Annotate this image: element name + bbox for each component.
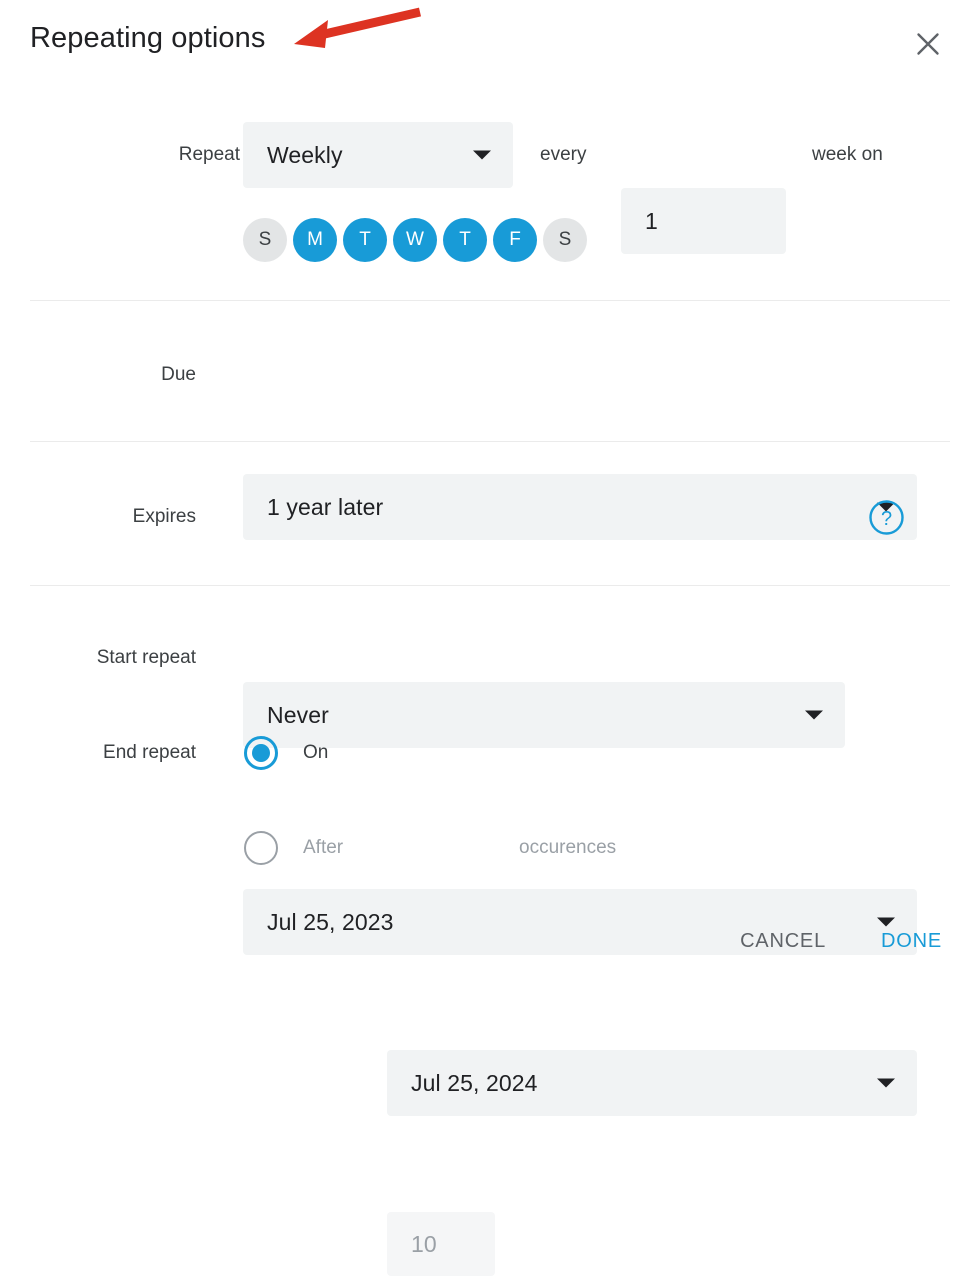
expires-label-wrap: Expires	[76, 484, 196, 550]
divider-3	[30, 585, 950, 586]
divider-2	[30, 441, 950, 442]
weekday-tuesday[interactable]: T	[343, 218, 387, 262]
weekday-wednesday[interactable]: W	[393, 218, 437, 262]
end-repeat-on-label: On	[303, 742, 329, 763]
due-label-wrap: Due	[76, 342, 196, 408]
repeat-every-label-wrap: every	[540, 122, 586, 188]
end-repeat-date-select[interactable]: Jul 25, 2024	[387, 1050, 917, 1116]
weekday-saturday[interactable]: S	[543, 218, 587, 262]
dialog-header: Repeating options	[0, 0, 968, 88]
close-icon	[915, 31, 941, 57]
end-repeat-date-value: Jul 25, 2024	[411, 1069, 538, 1096]
cancel-button[interactable]: CANCEL	[730, 922, 836, 961]
chevron-down-icon	[877, 1078, 895, 1088]
end-repeat-after-label-wrap: After	[303, 816, 343, 880]
done-button[interactable]: DONE	[871, 922, 952, 961]
radio-dot-icon	[252, 744, 270, 762]
chevron-down-icon	[805, 710, 823, 720]
weekday-selector: SMTWTFS	[243, 218, 587, 262]
repeat-every-label: every	[540, 144, 587, 165]
repeat-interval-input[interactable]: 1	[621, 188, 786, 254]
end-repeat-occurrences-unit-label: occurences	[519, 837, 617, 858]
due-label: Due	[161, 364, 196, 385]
weekday-friday[interactable]: F	[493, 218, 537, 262]
end-repeat-label-wrap: End repeat	[30, 720, 196, 786]
end-repeat-after-radio[interactable]	[244, 831, 278, 865]
start-repeat-label: Start repeat	[96, 647, 196, 668]
weekday-thursday[interactable]: T	[443, 218, 487, 262]
end-repeat-occurrences-value: 10	[411, 1230, 437, 1257]
page-title: Repeating options	[30, 22, 266, 54]
start-repeat-label-wrap: Start repeat	[30, 625, 196, 691]
help-circle-icon[interactable]: ?	[868, 499, 905, 536]
repeat-unit-label: week on	[812, 144, 883, 165]
repeat-interval-value: 1	[645, 207, 658, 234]
expires-select[interactable]: Never	[243, 682, 845, 748]
repeat-frequency-value: Weekly	[267, 141, 343, 168]
dialog-footer: CANCEL DONE	[0, 908, 968, 988]
annotation-arrow-icon	[280, 0, 440, 64]
repeating-options-dialog: Repeating options Repeat Weekly every 1	[0, 0, 968, 1276]
due-select[interactable]: 1 year later	[243, 474, 917, 540]
end-repeat-occurrences-unit-wrap: occurences	[519, 816, 616, 880]
end-repeat-on-label-wrap: On	[303, 720, 328, 786]
end-repeat-on-radio[interactable]	[244, 736, 278, 770]
repeat-label: Repeat	[178, 144, 240, 165]
repeat-frequency-select[interactable]: Weekly	[243, 122, 513, 188]
divider-1	[30, 300, 950, 301]
weekday-sunday[interactable]: S	[243, 218, 287, 262]
expires-label: Expires	[132, 506, 196, 527]
repeat-row: Repeat	[140, 122, 240, 188]
end-repeat-label: End repeat	[103, 742, 196, 763]
svg-text:?: ?	[881, 508, 892, 530]
chevron-down-icon	[473, 150, 491, 160]
due-value: 1 year later	[267, 493, 384, 520]
weekday-monday[interactable]: M	[293, 218, 337, 262]
repeat-unit-label-wrap: week on	[812, 122, 883, 188]
end-repeat-occurrences-input[interactable]: 10	[387, 1212, 495, 1276]
close-button[interactable]	[906, 22, 950, 66]
end-repeat-after-label: After	[303, 837, 344, 858]
